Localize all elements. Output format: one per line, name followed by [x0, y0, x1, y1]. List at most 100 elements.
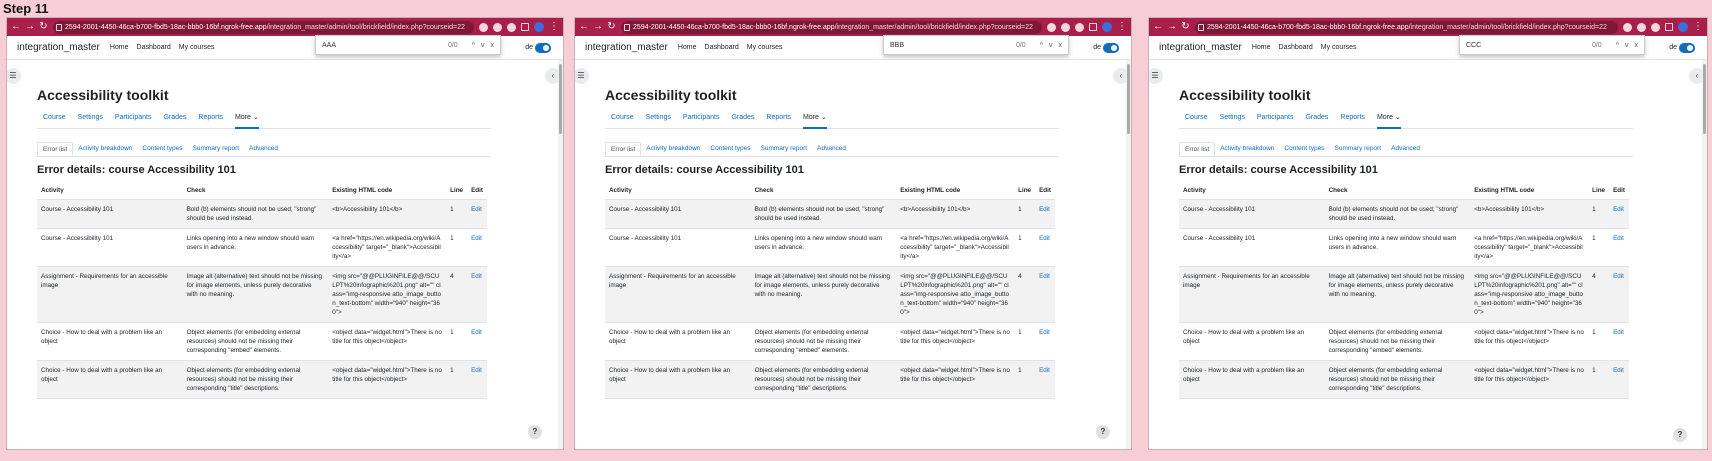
- tab-error-list[interactable]: Error list: [1179, 142, 1216, 156]
- forward-icon[interactable]: →: [25, 18, 35, 36]
- secnav-participants[interactable]: Participants: [115, 113, 152, 129]
- share-icon[interactable]: [1061, 22, 1070, 32]
- bookmark-star-icon[interactable]: [1075, 22, 1084, 32]
- secnav-reports[interactable]: Reports: [198, 113, 223, 129]
- secnav-settings[interactable]: Settings: [646, 113, 671, 129]
- edit-link[interactable]: Edit: [1609, 322, 1629, 361]
- tab-activity-breakdown[interactable]: Activity breakdown: [73, 142, 137, 156]
- help-icon[interactable]: ?: [528, 425, 542, 439]
- course-index-toggle-icon[interactable]: ☰: [575, 68, 589, 84]
- nav-my-courses[interactable]: My courses: [179, 44, 215, 51]
- course-index-toggle-icon[interactable]: ☰: [1149, 68, 1163, 84]
- edit-link[interactable]: Edit: [1609, 266, 1629, 323]
- address-bar[interactable]: 2594-2001-4450-46ca-b700-fbd5-18ac-bbb0-…: [1195, 20, 1618, 34]
- edit-link[interactable]: Edit: [467, 228, 487, 267]
- extension-icon[interactable]: [1623, 22, 1632, 32]
- reload-icon[interactable]: ↻: [39, 18, 48, 36]
- menu-kebab-icon[interactable]: ⋮: [549, 18, 559, 36]
- find-close-button[interactable]: x: [1635, 42, 1639, 49]
- profile-avatar[interactable]: [534, 22, 544, 32]
- find-prev-button[interactable]: ^: [472, 42, 475, 49]
- scrollbar[interactable]: [1702, 60, 1707, 449]
- nav-dashboard[interactable]: Dashboard: [137, 44, 171, 51]
- profile-avatar[interactable]: [1678, 22, 1688, 32]
- find-next-button[interactable]: v: [1625, 42, 1629, 49]
- find-prev-button[interactable]: ^: [1616, 42, 1619, 49]
- tab-advanced[interactable]: Advanced: [812, 142, 851, 156]
- secnav-reports[interactable]: Reports: [766, 113, 791, 129]
- sidebar-icon[interactable]: [1665, 23, 1673, 31]
- course-index-toggle-icon[interactable]: ☰: [7, 68, 21, 84]
- address-bar[interactable]: 2594-2001-4450-46ca-b700-fbd5-18ac-bbb0-…: [53, 20, 474, 34]
- extension-icon[interactable]: [1047, 22, 1056, 32]
- edit-mode-toggle[interactable]: [1679, 43, 1695, 53]
- nav-home[interactable]: Home: [1252, 44, 1271, 51]
- nav-my-courses[interactable]: My courses: [747, 44, 783, 51]
- tab-error-list[interactable]: Error list: [605, 142, 642, 156]
- tab-summary-report[interactable]: Summary report: [188, 142, 245, 156]
- site-brand[interactable]: integration_master: [1159, 42, 1242, 53]
- bookmark-star-icon[interactable]: [507, 22, 516, 32]
- secnav-settings[interactable]: Settings: [78, 113, 103, 129]
- back-icon[interactable]: ←: [579, 18, 589, 36]
- find-close-button[interactable]: x: [491, 42, 495, 49]
- secnav-participants[interactable]: Participants: [1257, 113, 1294, 129]
- nav-dashboard[interactable]: Dashboard: [705, 44, 739, 51]
- sidebar-icon[interactable]: [521, 23, 529, 31]
- edit-mode-toggle[interactable]: [1103, 43, 1119, 53]
- edit-link[interactable]: Edit: [1035, 360, 1055, 399]
- find-input[interactable]: BBB: [890, 42, 1016, 49]
- sidebar-icon[interactable]: [1089, 23, 1097, 31]
- find-next-button[interactable]: v: [1049, 42, 1053, 49]
- edit-link[interactable]: Edit: [1035, 199, 1055, 229]
- tab-content-types[interactable]: Content types: [705, 142, 755, 156]
- edit-link[interactable]: Edit: [467, 266, 487, 323]
- find-close-button[interactable]: x: [1059, 42, 1063, 49]
- back-icon[interactable]: ←: [11, 18, 21, 36]
- tab-content-types[interactable]: Content types: [1279, 142, 1329, 156]
- edit-link[interactable]: Edit: [467, 322, 487, 361]
- secnav-reports[interactable]: Reports: [1340, 113, 1365, 129]
- tab-activity-breakdown[interactable]: Activity breakdown: [1215, 142, 1279, 156]
- forward-icon[interactable]: →: [593, 18, 603, 36]
- tab-summary-report[interactable]: Summary report: [756, 142, 813, 156]
- tab-summary-report[interactable]: Summary report: [1330, 142, 1387, 156]
- find-prev-button[interactable]: ^: [1040, 42, 1043, 49]
- find-input[interactable]: CCC: [1466, 42, 1592, 49]
- reload-icon[interactable]: ↻: [607, 18, 616, 36]
- edit-link[interactable]: Edit: [1609, 360, 1629, 399]
- tab-advanced[interactable]: Advanced: [244, 142, 283, 156]
- nav-home[interactable]: Home: [678, 44, 697, 51]
- back-icon[interactable]: ←: [1153, 18, 1163, 36]
- forward-icon[interactable]: →: [1167, 18, 1177, 36]
- help-icon[interactable]: ?: [1096, 425, 1110, 439]
- share-icon[interactable]: [493, 22, 502, 32]
- edit-link[interactable]: Edit: [1035, 228, 1055, 267]
- secnav-course[interactable]: Course: [611, 113, 634, 129]
- scrollbar[interactable]: [558, 60, 563, 449]
- site-brand[interactable]: integration_master: [585, 42, 668, 53]
- nav-dashboard[interactable]: Dashboard: [1279, 44, 1313, 51]
- bookmark-star-icon[interactable]: [1651, 22, 1660, 32]
- menu-kebab-icon[interactable]: ⋮: [1693, 18, 1703, 36]
- edit-link[interactable]: Edit: [467, 360, 487, 399]
- find-next-button[interactable]: v: [481, 42, 485, 49]
- help-icon[interactable]: ?: [1673, 428, 1687, 442]
- secnav-participants[interactable]: Participants: [683, 113, 720, 129]
- secnav-grades[interactable]: Grades: [731, 113, 754, 129]
- edit-link[interactable]: Edit: [1609, 199, 1629, 229]
- tab-error-list[interactable]: Error list: [37, 142, 74, 156]
- profile-avatar[interactable]: [1102, 22, 1112, 32]
- reload-icon[interactable]: ↻: [1181, 18, 1190, 36]
- scrollbar[interactable]: [1126, 60, 1131, 449]
- nav-home[interactable]: Home: [110, 44, 129, 51]
- secnav-settings[interactable]: Settings: [1220, 113, 1245, 129]
- edit-mode-toggle[interactable]: [535, 43, 551, 53]
- address-bar[interactable]: 2594-2001-4450-46ca-b700-fbd5-18ac-bbb0-…: [621, 20, 1042, 34]
- edit-link[interactable]: Edit: [1035, 266, 1055, 323]
- tab-activity-breakdown[interactable]: Activity breakdown: [641, 142, 705, 156]
- edit-link[interactable]: Edit: [1035, 322, 1055, 361]
- nav-my-courses[interactable]: My courses: [1321, 44, 1357, 51]
- secnav-grades[interactable]: Grades: [1305, 113, 1328, 129]
- share-icon[interactable]: [1637, 22, 1646, 32]
